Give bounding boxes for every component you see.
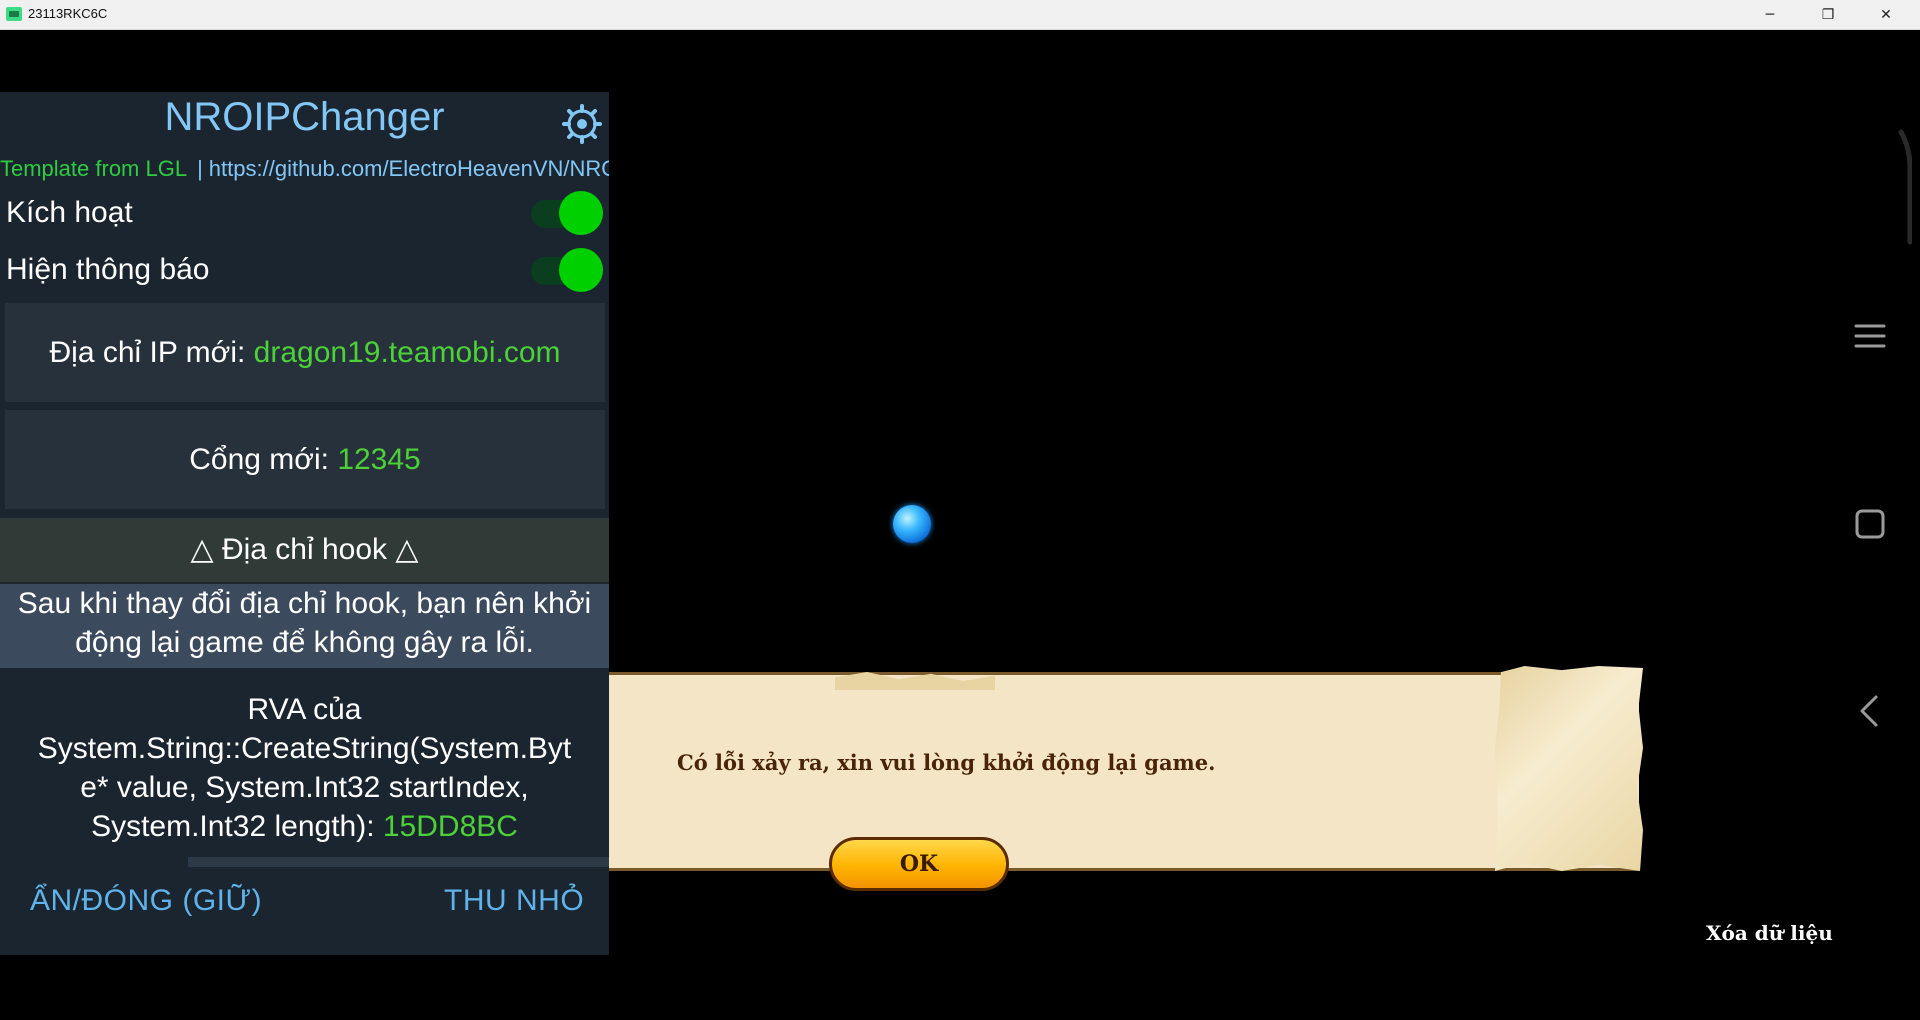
android-app-icon (6, 7, 22, 21)
toggle-row-show-notification[interactable]: Hiện thông báo (0, 243, 609, 297)
switch-knob (559, 248, 603, 292)
dialog-scroll-end (1495, 666, 1643, 871)
dragon-ball-orb-icon (893, 505, 931, 543)
minimize-menu-button[interactable]: THU NHỎ (444, 884, 584, 918)
github-link[interactable]: https://github.com/ElectroHeavenVN/NROIP… (209, 156, 609, 181)
rva-line-4: System.Int32 length): (91, 810, 383, 843)
rva-line-3: e* value, System.Int32 startIndex, (80, 771, 529, 804)
toggle-row-activate[interactable]: Kích hoạt (0, 186, 609, 240)
template-credit: Template from LGL (0, 156, 188, 181)
activate-switch[interactable] (531, 191, 603, 235)
rva-line-2: System.String::CreateString(System.Byt (37, 732, 572, 765)
panel-divider (188, 857, 609, 867)
rva-field[interactable]: RVA của System.String::CreateString(Syst… (0, 690, 609, 846)
port-value: 12345 (337, 443, 421, 476)
hide-close-button[interactable]: ẨN/ĐÓNG (GIỮ) (30, 884, 262, 918)
show-notification-switch[interactable] (531, 248, 603, 292)
ip-label: Địa chỉ IP mới: (49, 336, 254, 369)
minimize-button[interactable]: ─ (1741, 0, 1799, 29)
back-chevron-icon[interactable] (1852, 693, 1888, 729)
hook-notice-text: Sau khi thay đổi địa chỉ hook, bạn nên k… (0, 584, 609, 668)
clear-data-button[interactable]: Xóa dữ liệu (1706, 921, 1833, 945)
toggle-label: Kích hoạt (6, 196, 133, 229)
scroll-handle-icon[interactable] (1898, 128, 1912, 246)
mod-menu-title[interactable]: NROIPChanger (0, 95, 609, 140)
toggle-label: Hiện thông báo (6, 253, 210, 286)
credits-separator: | (197, 156, 203, 181)
menu-icon[interactable] (1852, 318, 1888, 354)
rva-value: 15DD8BC (382, 810, 518, 843)
close-button[interactable]: ✕ (1857, 0, 1915, 29)
window-title-bar: 23113RKC6C ─ ❐ ✕ (0, 0, 1920, 30)
error-message: Có lỗi xảy ra, xin vui lòng khởi động lạ… (677, 750, 1216, 775)
ok-button[interactable]: OK (829, 837, 1009, 891)
ip-value: dragon19.teamobi.com (253, 336, 561, 369)
notice-text: Sau khi thay đổi địa chỉ hook, bạn nên k… (17, 587, 592, 659)
hook-address-section-header[interactable]: △ Địa chỉ hook △ (0, 518, 609, 582)
settings-gear-icon[interactable] (562, 104, 602, 144)
port-label: Cổng mới: (189, 443, 338, 476)
restore-button[interactable]: ❐ (1799, 0, 1857, 29)
credits-line: Template from LGL | https://github.com/Ele… (0, 156, 609, 184)
port-field[interactable]: Cổng mới: 12345 (5, 410, 605, 509)
window-title: 23113RKC6C (28, 6, 108, 21)
recents-square-icon[interactable] (1852, 506, 1888, 542)
rva-line-1: RVA của (247, 693, 362, 726)
switch-knob (559, 191, 603, 235)
ip-address-field[interactable]: Địa chỉ IP mới: dragon19.teamobi.com (5, 303, 605, 402)
